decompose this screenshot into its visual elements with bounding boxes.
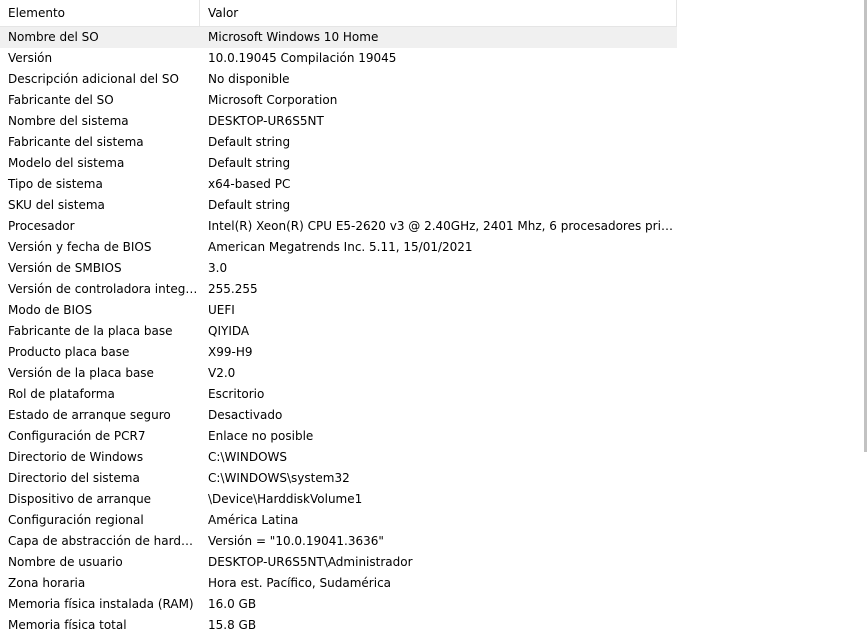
table-row[interactable]: Nombre del sistema DESKTOP-UR6S5NT — [0, 111, 677, 132]
table-row[interactable]: Versión y fecha de BIOS American Megatren… — [0, 237, 677, 258]
table-row[interactable]: Versión 10.0.19045 Compilación 19045 — [0, 48, 677, 69]
row-element-cell: Producto placa base — [8, 345, 130, 359]
row-value-cell: 255.255 — [208, 282, 258, 296]
row-element-cell: Versión de controladora integr... — [8, 282, 200, 296]
row-value-cell: DESKTOP-UR6S5NT\Administrador — [208, 555, 413, 569]
table-row[interactable]: Producto placa base X99-H9 — [0, 342, 677, 363]
column-header-element[interactable]: Elemento — [0, 0, 200, 26]
row-element-cell: SKU del sistema — [8, 198, 105, 212]
row-value-cell: América Latina — [208, 513, 299, 527]
row-value-cell: C:\WINDOWS\system32 — [208, 471, 350, 485]
row-value-cell: \Device\HarddiskVolume1 — [208, 492, 363, 506]
row-element-cell: Modo de BIOS — [8, 303, 93, 317]
row-element-cell: Zona horaria — [8, 576, 86, 590]
row-value-cell: DESKTOP-UR6S5NT — [208, 114, 324, 128]
table-row[interactable]: Versión de SMBIOS 3.0 — [0, 258, 677, 279]
table-row[interactable]: Directorio de Windows C:\WINDOWS — [0, 447, 677, 468]
table-row[interactable]: Estado de arranque seguro Desactivado — [0, 405, 677, 426]
row-element-cell: Estado de arranque seguro — [8, 408, 171, 422]
table-row[interactable]: Versión de la placa base V2.0 — [0, 363, 677, 384]
row-value-cell: Intel(R) Xeon(R) CPU E5-2620 v3 @ 2.40GH… — [208, 219, 677, 233]
table-row[interactable]: SKU del sistema Default string — [0, 195, 677, 216]
row-value-cell: Hora est. Pacífico, Sudamérica — [208, 576, 392, 590]
row-value-cell: Microsoft Windows 10 Home — [208, 30, 379, 44]
row-element-cell: Tipo de sistema — [8, 177, 103, 191]
row-value-cell: 16.0 GB — [208, 597, 257, 611]
row-value-cell: Enlace no posible — [208, 429, 314, 443]
row-element-cell: Directorio de Windows — [8, 450, 144, 464]
row-value-cell: C:\WINDOWS — [208, 450, 288, 464]
row-element-cell: Configuración de PCR7 — [8, 429, 146, 443]
table-row[interactable]: Memoria física total 15.8 GB — [0, 615, 677, 633]
table-row[interactable]: Fabricante de la placa base QIYIDA — [0, 321, 677, 342]
row-value-cell: Escritorio — [208, 387, 265, 401]
row-element-cell: Nombre del sistema — [8, 114, 129, 128]
row-value-cell: Default string — [208, 135, 291, 149]
table-row[interactable]: Descripción adicional del SO No disponibl… — [0, 69, 677, 90]
table-row[interactable]: Fabricante del SO Microsoft Corporation — [0, 90, 677, 111]
row-value-cell: Microsoft Corporation — [208, 93, 338, 107]
row-element-cell: Configuración regional — [8, 513, 144, 527]
table-row[interactable]: Dispositivo de arranque \Device\HarddiskV… — [0, 489, 677, 510]
table-row[interactable]: Zona horaria Hora est. Pacífico, Sudaméri… — [0, 573, 677, 594]
row-value-cell: 3.0 — [208, 261, 228, 275]
row-element-cell: Memoria física instalada (RAM) — [8, 597, 194, 611]
row-value-cell: Default string — [208, 156, 291, 170]
row-value-cell: No disponible — [208, 72, 290, 86]
row-value-cell: Default string — [208, 198, 291, 212]
row-element-cell: Capa de abstracción de hardw... — [8, 534, 200, 548]
table-row[interactable]: Memoria física instalada (RAM) 16.0 GB — [0, 594, 677, 615]
row-element-cell: Memoria física total — [8, 618, 127, 632]
table-row[interactable]: Configuración de PCR7 Enlace no posible — [0, 426, 677, 447]
row-element-cell: Descripción adicional del SO — [8, 72, 179, 86]
list-header: Elemento Valor — [0, 0, 677, 27]
row-element-cell: Versión de la placa base — [8, 366, 154, 380]
table-row[interactable]: Fabricante del sistema Default string — [0, 132, 677, 153]
row-element-cell: Rol de plataforma — [8, 387, 115, 401]
row-value-cell: 15.8 GB — [208, 618, 257, 632]
row-value-cell: V2.0 — [208, 366, 236, 380]
table-row[interactable]: Configuración regional América Latina — [0, 510, 677, 531]
row-value-cell: Desactivado — [208, 408, 283, 422]
table-row[interactable]: Directorio del sistema C:\WINDOWS\system3… — [0, 468, 677, 489]
row-element-cell: Nombre de usuario — [8, 555, 123, 569]
table-row[interactable]: Versión de controladora integr... 255.255 — [0, 279, 677, 300]
table-row[interactable]: Tipo de sistema x64-based PC — [0, 174, 677, 195]
row-element-cell: Nombre del SO — [8, 30, 99, 44]
table-row[interactable]: Nombre de usuario DESKTOP-UR6S5NT\Adminis… — [0, 552, 677, 573]
row-element-cell: Fabricante del sistema — [8, 135, 144, 149]
row-value-cell: UEFI — [208, 303, 235, 317]
table-row[interactable]: Modelo del sistema Default string — [0, 153, 677, 174]
row-value-cell: 10.0.19045 Compilación 19045 — [208, 51, 397, 65]
row-value-cell: QIYIDA — [208, 324, 250, 338]
row-value-cell: Versión = "10.0.19041.3636" — [208, 534, 384, 548]
row-element-cell: Fabricante del SO — [8, 93, 114, 107]
row-element-cell: Versión de SMBIOS — [8, 261, 122, 275]
table-row[interactable]: Procesador Intel(R) Xeon(R) CPU E5-2620 v… — [0, 216, 677, 237]
column-header-value[interactable]: Valor — [200, 0, 677, 26]
row-value-cell: x64-based PC — [208, 177, 291, 191]
row-value-cell: X99-H9 — [208, 345, 253, 359]
row-element-cell: Fabricante de la placa base — [8, 324, 173, 338]
row-element-cell: Modelo del sistema — [8, 156, 125, 170]
table-row[interactable]: Rol de plataforma Escritorio — [0, 384, 677, 405]
table-row[interactable]: Nombre del SO Microsoft Windows 10 Home — [0, 27, 677, 48]
row-element-cell: Versión y fecha de BIOS — [8, 240, 152, 254]
row-element-cell: Procesador — [8, 219, 75, 233]
row-element-cell: Directorio del sistema — [8, 471, 140, 485]
row-element-cell: Dispositivo de arranque — [8, 492, 152, 506]
list-rows: Nombre del SO Microsoft Windows 10 Home Ve… — [0, 27, 677, 633]
row-element-cell: Versión — [8, 51, 53, 65]
table-row[interactable]: Modo de BIOS UEFI — [0, 300, 677, 321]
row-value-cell: American Megatrends Inc. 5.11, 15/01/202… — [208, 240, 473, 254]
table-row[interactable]: Capa de abstracción de hardw... Versión =… — [0, 531, 677, 552]
system-summary-list[interactable]: Elemento Valor Nombre del SO Microsoft Wi… — [0, 0, 867, 633]
